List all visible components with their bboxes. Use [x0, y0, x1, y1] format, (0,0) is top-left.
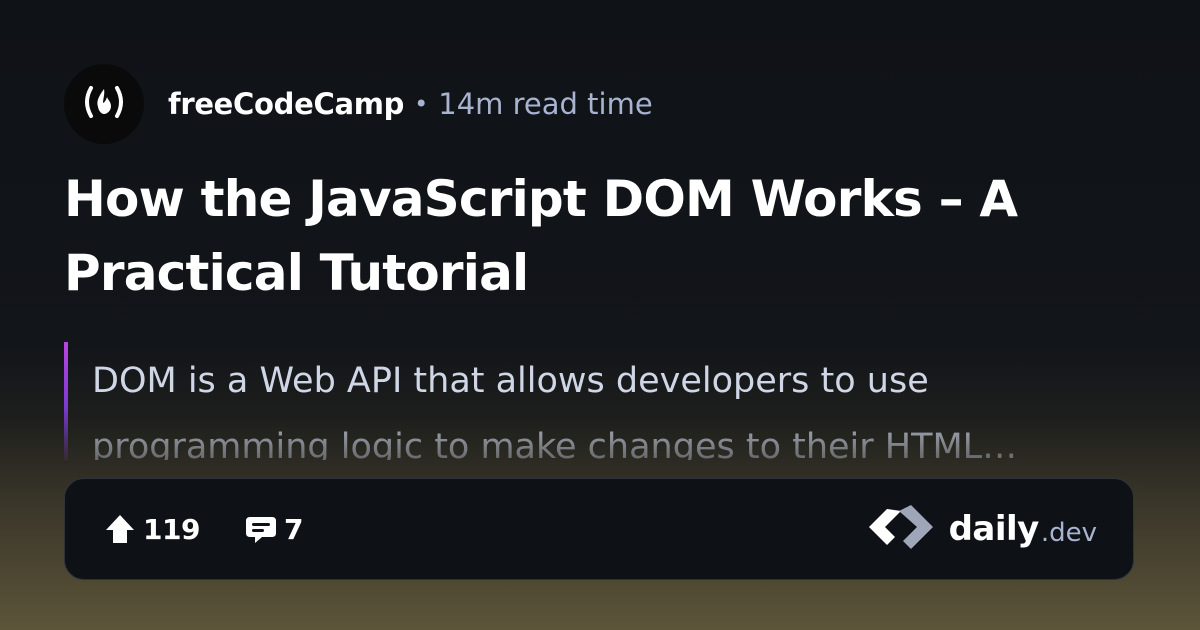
source-name[interactable]: freeCodeCamp — [168, 89, 404, 119]
summary-accent-bar — [64, 342, 68, 460]
comment-icon — [244, 512, 278, 546]
source-avatar[interactable] — [64, 64, 144, 144]
comment-count: 7 — [283, 512, 303, 546]
brand-suffix: .dev — [1040, 518, 1097, 548]
post-title[interactable]: How the JavaScript DOM Works – A Practic… — [64, 162, 1144, 310]
brand-name: daily — [948, 509, 1040, 549]
summary-line: programming logic to make changes to the… — [92, 427, 1018, 460]
upvote-button[interactable]: 119 — [103, 512, 200, 546]
read-time: 14m read time — [438, 86, 653, 121]
daily-dev-brand[interactable]: daily .dev — [865, 505, 1097, 553]
upvote-count: 119 — [143, 512, 200, 546]
summary-line: DOM is a Web API that allows developers … — [92, 361, 929, 401]
meta-separator: • — [414, 90, 429, 118]
source-header: freeCodeCamp • 14m read time — [64, 64, 653, 144]
arrow-up-icon — [103, 512, 137, 546]
summary-text: DOM is a Web API that allows developers … — [92, 348, 1132, 460]
freecodecamp-flame-icon — [80, 85, 128, 123]
post-actions-bar: 119 7 daily .dev — [64, 478, 1134, 580]
comment-button[interactable]: 7 — [244, 512, 303, 546]
daily-dev-logo-icon — [865, 505, 937, 553]
post-summary: DOM is a Web API that allows developers … — [64, 342, 1136, 460]
source-meta: freeCodeCamp • 14m read time — [168, 86, 653, 121]
